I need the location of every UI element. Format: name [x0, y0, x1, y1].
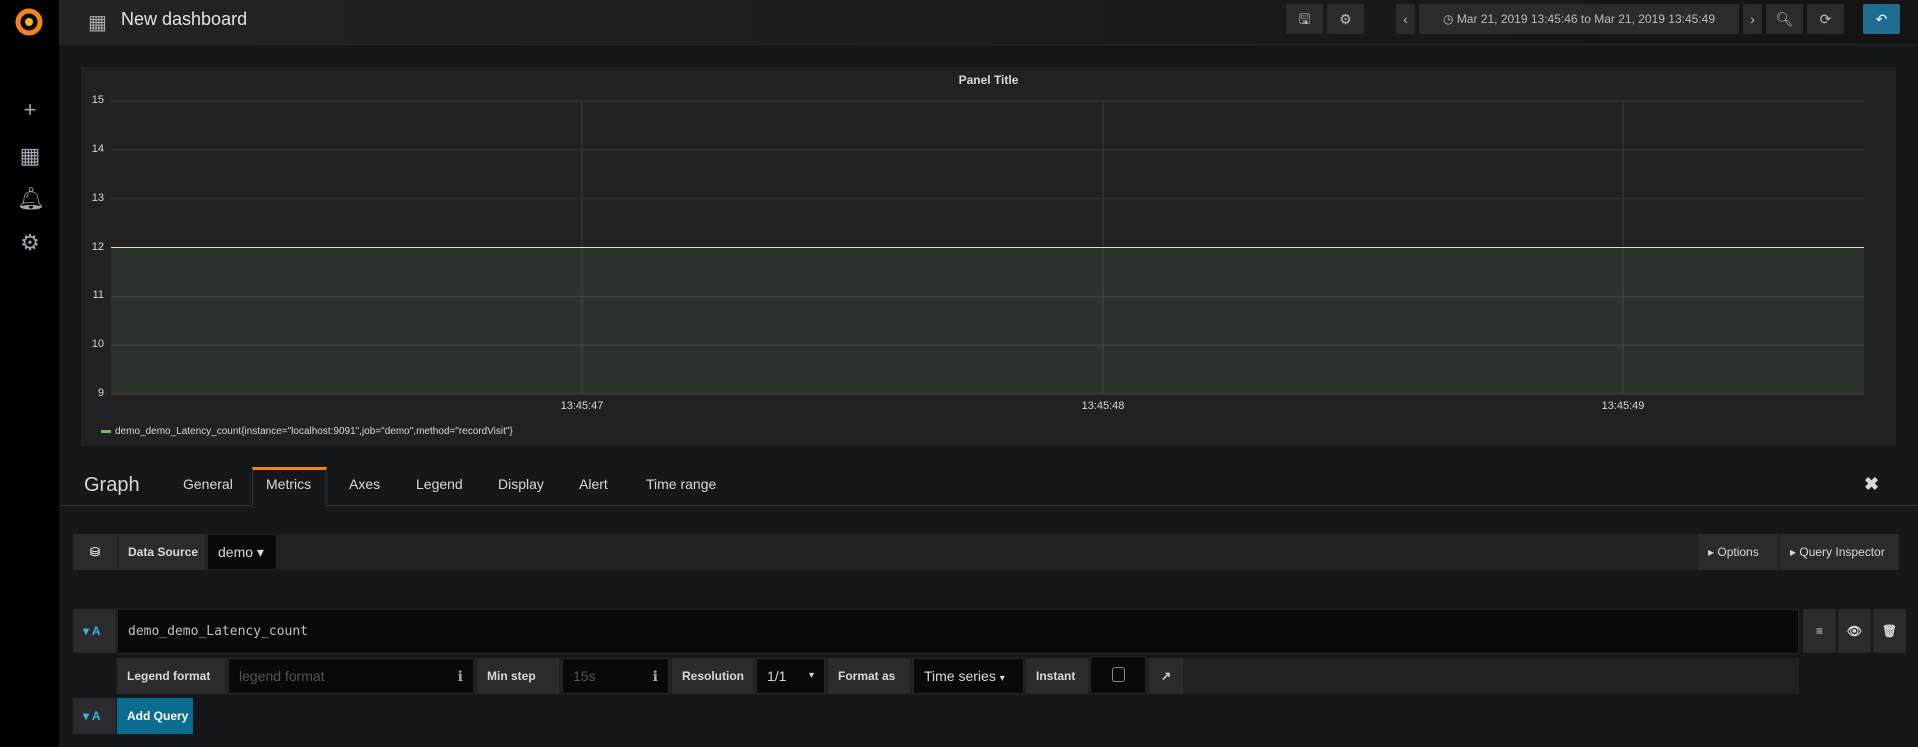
resolution-label: Resolution [672, 658, 753, 694]
legend-swatch [101, 429, 111, 433]
add-query-ref-letter: A [91, 709, 101, 723]
tab-alert[interactable]: Alert [579, 476, 608, 492]
tab-display[interactable]: Display [498, 476, 544, 492]
y-tick-label: 11 [92, 289, 104, 302]
y-tick-label: 12 [91, 240, 104, 253]
legend-label: demo_demo_Latency_count{instance="localh… [115, 426, 513, 437]
resolution-select[interactable]: 1/1 ▾ [756, 658, 825, 694]
format-as-select[interactable]: Time series ▾ [913, 658, 1024, 694]
min-step-label: Min step [477, 658, 559, 694]
add-query-button[interactable]: Add Query [117, 698, 193, 734]
query-expression-input[interactable]: demo_demo_Latency_count [117, 609, 1799, 654]
x-tick-label: 13:45:47 [560, 400, 604, 412]
y-tick-label: 15 [91, 94, 104, 106]
editor-tab-bar [59, 460, 1918, 506]
tab-time-range[interactable]: Time range [646, 476, 716, 492]
info-icon: ℹ [457, 668, 463, 684]
datasource-select[interactable]: demo ▾ [207, 534, 277, 570]
options-button[interactable]: ▸ Options [1698, 534, 1778, 570]
tab-metrics[interactable]: Metrics [266, 476, 311, 492]
y-tick-label: 14 [91, 142, 104, 155]
trash-icon[interactable]: 🗑︎ [1873, 609, 1906, 653]
format-as-value: Time series [924, 668, 996, 684]
tab-axes[interactable]: Axes [349, 476, 380, 492]
x-tick-label: 13:45:49 [1601, 400, 1645, 412]
min-step-input[interactable]: 15s ℹ [562, 658, 669, 694]
checkbox-box [1112, 667, 1125, 682]
tab-general[interactable]: General [183, 476, 233, 492]
datasource-value: demo [218, 544, 254, 560]
legend-item[interactable]: demo_demo_Latency_count{instance="localh… [101, 426, 513, 437]
datasource-label: Data Source [118, 534, 205, 570]
query-inspector-label: Query Inspector [1799, 545, 1885, 559]
y-tick-label: 13 [91, 191, 104, 204]
x-tick-label: 13:45:48 [1081, 400, 1125, 412]
min-step-placeholder: 15s [573, 668, 596, 684]
query-inspector-button[interactable]: ▸ Query Inspector [1780, 534, 1899, 570]
eye-icon[interactable]: 👁︎ [1838, 609, 1871, 653]
datasource-row [73, 534, 1899, 570]
menu-icon[interactable]: ≡ [1803, 609, 1836, 653]
instant-label: Instant [1026, 658, 1088, 694]
database-icon: ⛁ [73, 534, 117, 570]
y-tick-label: 10 [91, 338, 104, 351]
share-icon[interactable]: ↗ [1149, 658, 1183, 694]
legend-format-placeholder: legend format [239, 668, 325, 684]
options-label: Options [1717, 545, 1759, 559]
resolution-value: 1/1 [767, 668, 787, 684]
graph-chart [111, 100, 1864, 395]
close-editor-icon[interactable]: ✖ [1864, 474, 1879, 495]
instant-checkbox[interactable] [1090, 656, 1146, 694]
y-tick-label: 9 [97, 387, 104, 399]
query-ref-toggle[interactable]: ▾ A [73, 609, 116, 653]
legend-format-input[interactable]: legend format ℹ [228, 658, 474, 694]
series-area [111, 247, 1864, 394]
tab-legend[interactable]: Legend [416, 476, 463, 492]
legend-format-label: Legend format [117, 658, 225, 694]
query-ref: A [91, 624, 101, 638]
editor-title: Graph [84, 474, 140, 496]
format-as-label: Format as [828, 658, 910, 694]
add-query-ref: ▾ A [73, 698, 116, 734]
info-icon: ℹ [652, 668, 658, 684]
